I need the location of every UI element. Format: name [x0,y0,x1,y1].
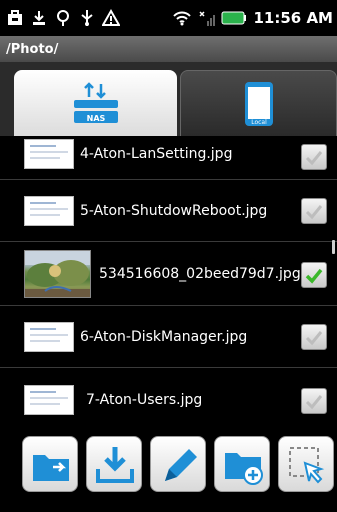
nas-icon: NAS [73,82,118,123]
usb-icon [81,10,93,26]
source-tabs: NAS Local [0,62,337,136]
action-toolbar [0,432,337,512]
file-name: 534516608_02beed79d7.jpg [99,266,301,282]
signal-icon [199,11,216,26]
download-icon [33,11,45,25]
phone-icon: Local [244,81,273,126]
file-name: 4-Aton-LanSetting.jpg [80,146,233,162]
file-checkbox[interactable] [301,198,327,224]
select-button[interactable] [278,436,334,492]
warning-icon [102,9,120,26]
list-item[interactable]: 6-Aton-DiskManager.jpg [0,306,337,368]
tab-nas-label: NAS [86,114,105,123]
location-icon [57,10,69,26]
file-thumbnail [24,196,74,226]
file-thumbnail [24,322,74,352]
folder-share-icon [33,455,69,481]
list-item[interactable]: 7-Aton-Users.jpg [0,368,337,432]
list-item[interactable]: 4-Aton-LanSetting.jpg [0,136,337,180]
check-icon [305,395,323,410]
file-thumbnail [24,139,74,169]
new-folder-icon [225,453,263,485]
file-thumbnail-photo [24,250,91,298]
new-folder-button[interactable] [214,436,270,492]
rename-pencil-icon [165,449,197,481]
select-icon [289,447,325,484]
tab-local[interactable]: Local [180,70,337,136]
check-icon [305,268,323,284]
clock: 11:56 AM [253,9,333,27]
file-name: 6-Aton-DiskManager.jpg [80,329,248,345]
download-button[interactable] [86,436,142,492]
battery-icon [221,11,247,25]
file-checkbox[interactable] [301,388,327,414]
list-item[interactable]: 5-Aton-ShutdowReboot.jpg [0,180,337,242]
check-icon [305,151,323,166]
file-name: 5-Aton-ShutdowReboot.jpg [80,203,268,219]
tab-local-label: Local [251,119,267,126]
share-folder-button[interactable] [22,436,78,492]
bag-icon [8,10,22,25]
check-icon [305,205,323,220]
path-bar: /Photo/ [0,36,337,62]
status-bar: 11:56 AM [0,0,337,36]
list-item[interactable]: 534516608_02beed79d7.jpg [0,242,337,306]
check-icon [305,331,323,346]
file-name: 7-Aton-Users.jpg [86,392,203,408]
file-thumbnail [24,385,74,415]
download-icon [96,447,134,483]
rename-button[interactable] [150,436,206,492]
file-list[interactable]: 4-Aton-LanSetting.jpg 5-Aton-ShutdowRebo… [0,136,337,432]
file-checkbox[interactable] [301,324,327,350]
file-checkbox[interactable] [301,144,327,170]
current-path: /Photo/ [6,41,59,57]
wifi-icon [173,11,192,26]
file-checkbox-checked[interactable] [301,262,327,288]
tab-nas[interactable]: NAS [14,70,177,136]
